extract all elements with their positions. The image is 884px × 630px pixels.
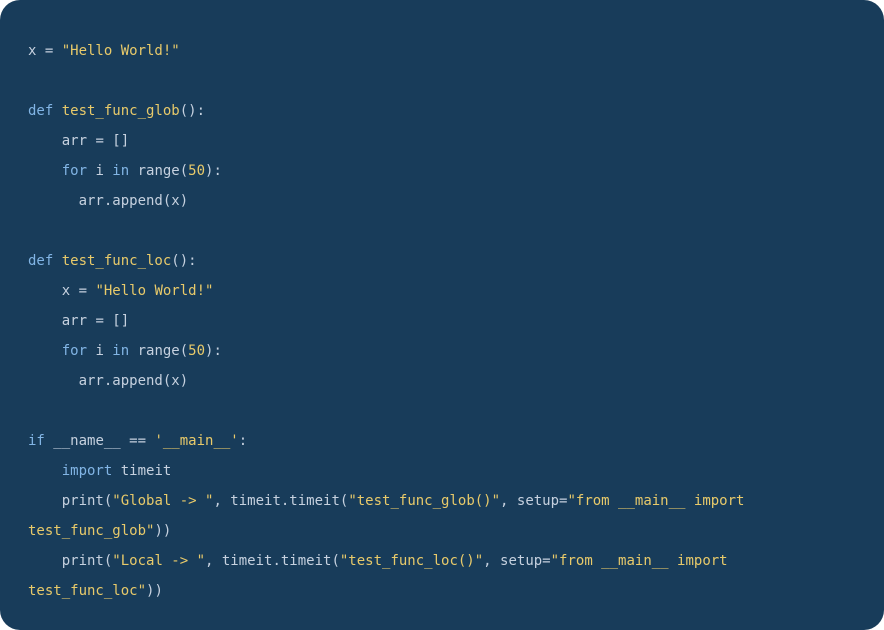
code-token: x [28, 43, 45, 59]
indent [28, 313, 62, 329]
code-token: range( [138, 343, 189, 359]
code-line: arr.append(x) [28, 186, 856, 216]
code-token: : [239, 433, 247, 449]
code-token: = [95, 313, 112, 329]
code-block: x = "Hello World!" def test_func_glob():… [0, 0, 884, 630]
code-line: print("Local -> ", timeit.timeit("test_f… [28, 546, 856, 606]
indent [28, 343, 62, 359]
code-line: x = "Hello World!" [28, 276, 856, 306]
code-token: test_func_glob [62, 103, 180, 119]
indent [28, 193, 62, 209]
code-token: arr.append(x) [62, 373, 188, 389]
code-token: if [28, 433, 53, 449]
code-token: for [62, 163, 96, 179]
indent [28, 283, 62, 299]
code-line [28, 66, 856, 96]
code-token: , setup= [500, 493, 567, 509]
code-token: [] [112, 313, 129, 329]
code-token: def [28, 103, 62, 119]
code-token: = [95, 133, 112, 149]
code-token: "Local -> " [112, 553, 205, 569]
indent [28, 133, 62, 149]
code-line: x = "Hello World!" [28, 36, 856, 66]
code-token: print( [62, 553, 113, 569]
code-token: = [79, 283, 96, 299]
code-token: )) [146, 583, 163, 599]
code-token: (): [180, 103, 205, 119]
code-line: def test_func_loc(): [28, 246, 856, 276]
code-token: x [62, 283, 79, 299]
code-token: 50 [188, 163, 205, 179]
code-token: = [45, 43, 62, 59]
code-token: , timeit.timeit( [213, 493, 348, 509]
code-token: == [129, 433, 154, 449]
indent [28, 553, 62, 569]
code-token: arr [62, 133, 96, 149]
code-token: [] [112, 133, 129, 149]
code-token: , setup= [483, 553, 550, 569]
code-line: arr.append(x) [28, 366, 856, 396]
code-token: in [112, 163, 137, 179]
code-token: __name__ [53, 433, 129, 449]
code-line: for i in range(50): [28, 156, 856, 186]
indent [28, 373, 62, 389]
code-token: def [28, 253, 62, 269]
code-token: print( [62, 493, 113, 509]
code-token: ): [205, 343, 222, 359]
code-token: , timeit.timeit( [205, 553, 340, 569]
indent [28, 163, 62, 179]
code-line [28, 216, 856, 246]
code-token: timeit [121, 463, 172, 479]
indent [28, 463, 62, 479]
code-token: arr [62, 313, 96, 329]
code-token: i [95, 163, 112, 179]
code-token: "Hello World!" [95, 283, 213, 299]
code-line: arr = [] [28, 126, 856, 156]
code-line: for i in range(50): [28, 336, 856, 366]
code-token: import [62, 463, 121, 479]
code-token: '__main__' [154, 433, 238, 449]
code-line [28, 396, 856, 426]
code-token: (): [171, 253, 196, 269]
code-line: def test_func_glob(): [28, 96, 856, 126]
code-line: arr = [] [28, 306, 856, 336]
code-token: test_func_loc [62, 253, 172, 269]
code-token: "Hello World!" [62, 43, 180, 59]
code-line: if __name__ == '__main__': [28, 426, 856, 456]
code-token: "test_func_glob()" [348, 493, 500, 509]
code-token: i [95, 343, 112, 359]
code-content: x = "Hello World!" def test_func_glob():… [28, 36, 856, 606]
code-line: import timeit [28, 456, 856, 486]
code-token: ): [205, 163, 222, 179]
code-token: arr.append(x) [62, 193, 188, 209]
code-token: )) [154, 523, 171, 539]
code-token: 50 [188, 343, 205, 359]
code-token: for [62, 343, 96, 359]
code-token: range( [138, 163, 189, 179]
code-token: "Global -> " [112, 493, 213, 509]
indent [28, 493, 62, 509]
code-token: in [112, 343, 137, 359]
code-line: print("Global -> ", timeit.timeit("test_… [28, 486, 856, 546]
code-token: "test_func_loc()" [340, 553, 483, 569]
